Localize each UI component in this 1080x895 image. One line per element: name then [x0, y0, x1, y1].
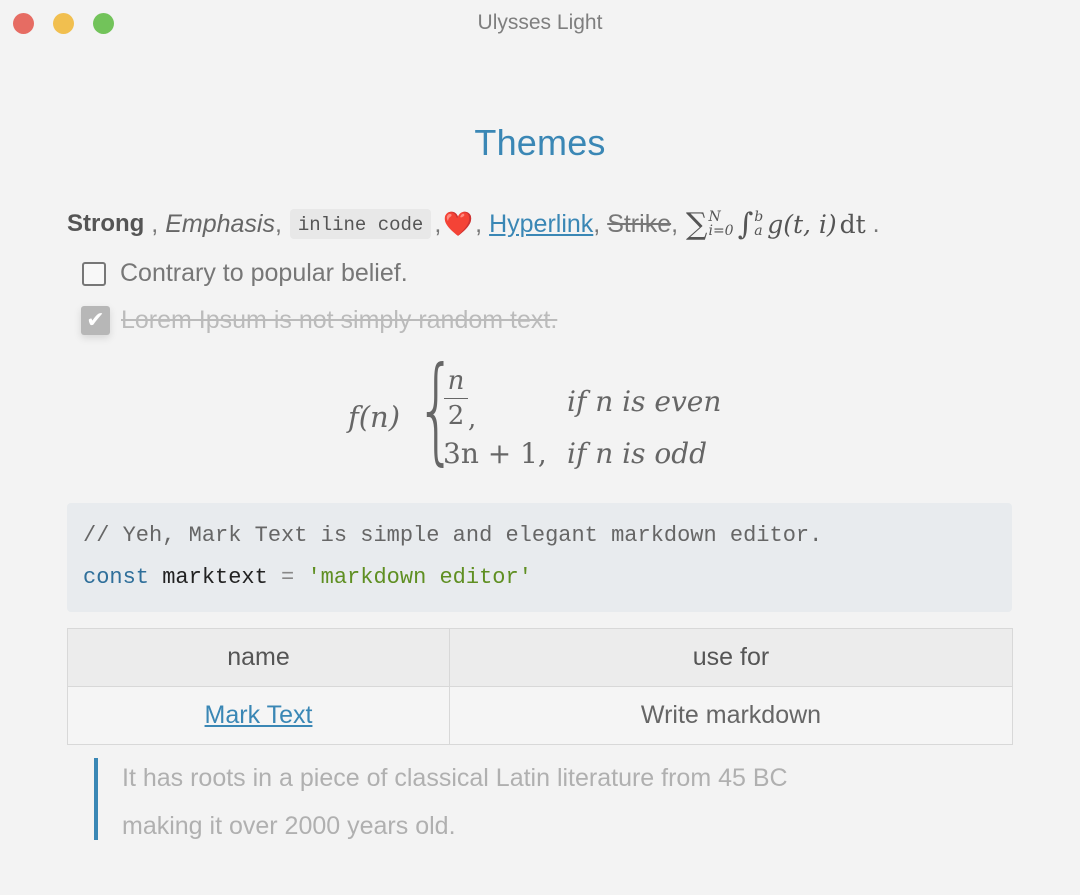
document-heading[interactable]: Themes — [0, 122, 1080, 164]
formula-case2-expression: 3n + 1, — [443, 437, 547, 470]
code-operator: = — [281, 565, 295, 590]
separator: , — [151, 209, 159, 238]
code-statement-line: const marktext = 'markdown editor' — [83, 565, 532, 590]
table-cell[interactable]: Write markdown — [449, 686, 1013, 745]
code-comment-line: // Yeh, Mark Text is simple and elegant … — [83, 523, 823, 548]
window-title: Ulysses Light — [477, 11, 603, 34]
separator: , — [593, 209, 601, 238]
blockquote-line: making it over 2000 years old. — [122, 812, 456, 840]
task-label: Contrary to popular belief. — [120, 259, 408, 287]
blockquote[interactable]: It has roots in a piece of classical Lat… — [94, 758, 922, 840]
separator: , — [475, 209, 483, 238]
strikethrough-text: Strike — [607, 209, 672, 238]
markdown-table[interactable]: name use for Mark Text Write markdown — [67, 628, 1013, 745]
separator: , — [434, 209, 442, 238]
strong-text: Strong — [67, 210, 145, 237]
fraction-bar — [444, 398, 468, 399]
separator: , — [274, 209, 282, 238]
table-cell[interactable]: Mark Text — [67, 686, 450, 745]
table-header-row: name use for — [67, 628, 1013, 687]
integral-lower-limit: a — [754, 223, 763, 239]
task-checkbox[interactable] — [82, 261, 106, 286]
inline-formatting-paragraph[interactable]: Strong , Emphasis , inline code , ❤️ , H… — [67, 204, 880, 244]
table-header-cell[interactable]: name — [67, 628, 450, 687]
code-string: 'markdown editor' — [307, 565, 532, 590]
fraction-denominator: 2 — [447, 401, 465, 431]
code-block[interactable]: // Yeh, Mark Text is simple and elegant … — [67, 503, 1012, 612]
formula-fraction: n 2 — [444, 366, 468, 431]
task-item-completed: ✔ Lorem Ipsum is not simply random text. — [81, 306, 558, 335]
checkmark-icon: ✔ — [86, 307, 105, 332]
separator: , — [671, 209, 679, 238]
task-checkbox-checked[interactable]: ✔ — [81, 306, 110, 335]
sum-symbol: ∑ — [686, 206, 708, 242]
sum-lower-limit: i=0 — [708, 223, 734, 239]
integral-limits: b a — [754, 210, 763, 238]
integral-symbol: ∫ — [737, 206, 754, 242]
blockquote-line: It has roots in a piece of classical Lat… — [122, 764, 788, 792]
integral-upper-limit: b — [754, 209, 764, 225]
task-label: Lorem Ipsum is not simply random text. — [121, 306, 558, 334]
separator: . — [872, 209, 880, 238]
block-math-formula[interactable]: f(n) { n 2 , if n is even 3n + 1, if n i… — [348, 352, 748, 480]
table-row: Mark Text Write markdown — [67, 686, 1013, 745]
code-keyword: const — [83, 565, 150, 590]
formula-case1-condition: if n is even — [567, 385, 722, 418]
inline-code: inline code — [289, 209, 432, 239]
task-item: Contrary to popular belief. — [82, 259, 408, 288]
formula-case1-comma: , — [468, 404, 477, 434]
sum-upper-limit: N — [708, 209, 721, 225]
formula-case2-condition: if n is odd — [567, 437, 708, 470]
formula-lhs: f(n) — [348, 400, 401, 434]
separator — [144, 210, 151, 239]
math-expression: g(t, i) — [767, 209, 837, 239]
table-cell-link[interactable]: Mark Text — [205, 701, 313, 729]
table-header-cell[interactable]: use for — [449, 628, 1013, 687]
emphasis-text: Emphasis — [165, 209, 275, 238]
hyperlink[interactable]: Hyperlink — [489, 210, 593, 239]
title-bar: Ulysses Light — [0, 0, 1080, 46]
fraction-numerator: n — [447, 366, 465, 396]
heart-emoji-icon: ❤️ — [443, 210, 474, 238]
inline-math-formula[interactable]: ∑ N i=0 ∫ b a g(t, i) dt — [686, 207, 866, 242]
code-variable: marktext — [162, 565, 268, 590]
sum-limits: N i=0 — [708, 210, 733, 238]
math-differential: dt — [839, 209, 866, 239]
